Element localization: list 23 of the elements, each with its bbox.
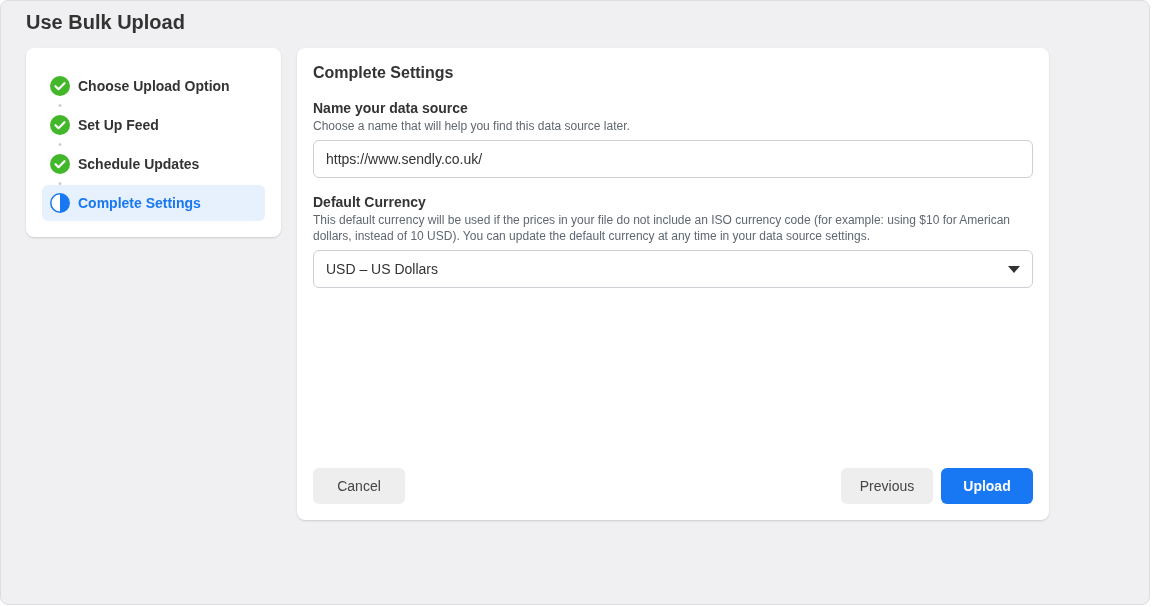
currency-dropdown[interactable]: USD – US Dollars [313,250,1033,288]
step-item[interactable]: Schedule Updates [42,146,265,182]
check-circle-icon [50,115,70,135]
field-label: Name your data source [313,100,469,116]
name-input-field[interactable]: https://www.sendly.co.uk/ [313,140,1033,178]
help-text: This default currency will be used if the prices in your file do not include an ISO currency code (for example: using $10 for American dollars, instead of 10 USD). You can update the default currency at any time in your data source settings. [313,212,1011,244]
check-circle-icon [50,154,70,174]
step-item[interactable]: Complete Settings [42,185,265,221]
step-item[interactable]: Choose Upload Option [42,68,265,104]
caret-icon [1008,265,1020,273]
dotted-connector [58,143,62,146]
field-label: Default Currency [313,194,427,210]
dotted-connector [58,104,62,107]
step-item[interactable]: Set Up Feed [42,107,265,143]
panel-heading: Complete Settings [313,64,455,82]
half-circle-icon [50,193,70,213]
primary-button[interactable]: Upload [941,468,1033,504]
secondary-button[interactable]: Cancel [313,468,405,504]
help-text: Choose a name that will help you find this data source later. [313,118,631,134]
secondary-button[interactable]: Previous [841,468,933,504]
check-circle-icon [50,76,70,96]
dotted-connector [58,182,62,185]
page-title: Use Bulk Upload [26,11,186,34]
